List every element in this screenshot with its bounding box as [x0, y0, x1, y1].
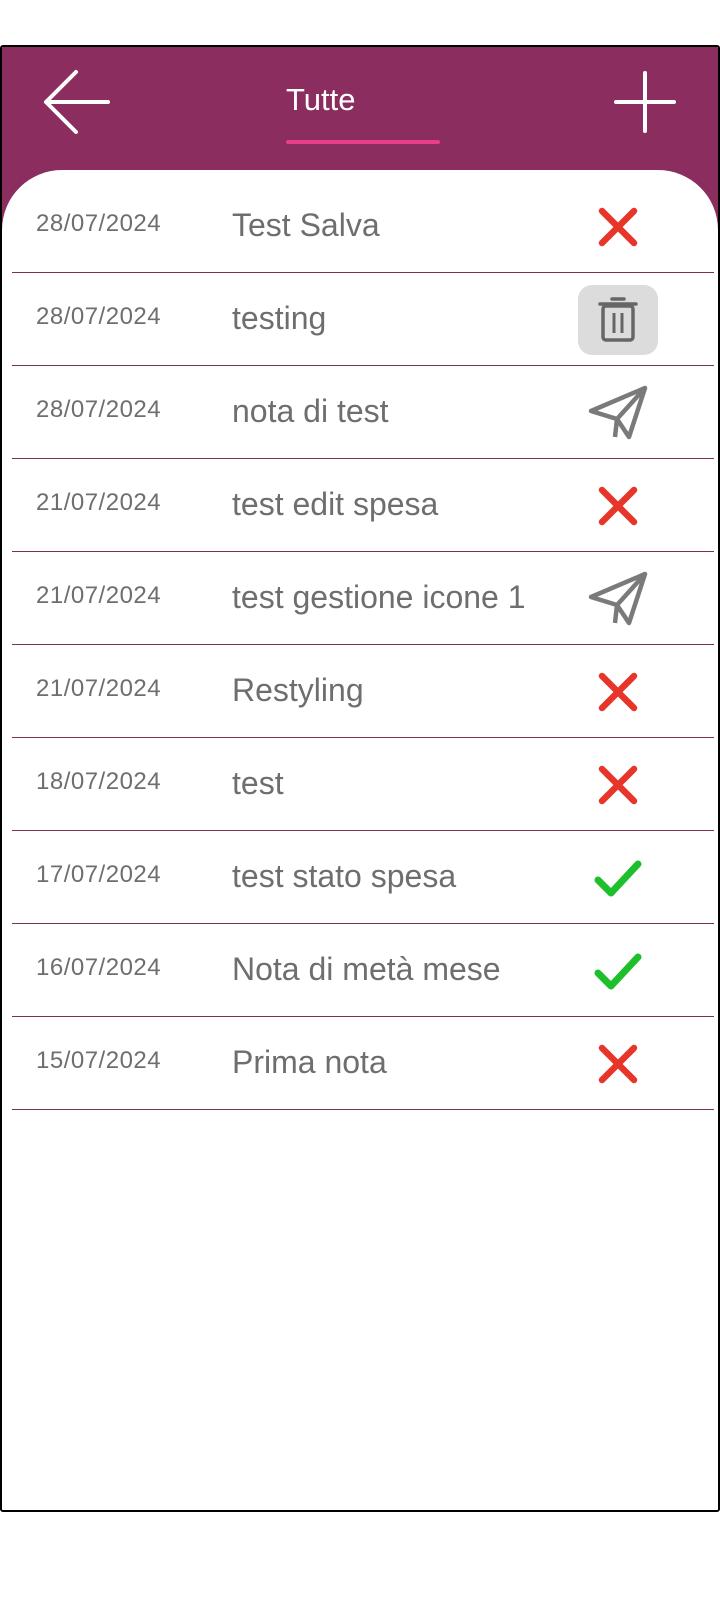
note-title: test [232, 765, 284, 801]
note-row[interactable]: 28/07/2024 Test Salva [12, 180, 714, 273]
note-date: 21/07/2024 [36, 675, 162, 702]
add-note-button[interactable] [610, 69, 680, 139]
paper-plane-icon[interactable] [578, 378, 658, 448]
note-date: 28/07/2024 [36, 396, 162, 423]
plus-icon [614, 71, 676, 133]
note-title: Nota di metà mese [232, 951, 501, 987]
note-date: 28/07/2024 [36, 303, 162, 330]
note-row[interactable]: 21/07/2024 test edit spesa [12, 459, 714, 552]
cross-icon[interactable] [578, 1029, 658, 1099]
back-button[interactable] [38, 69, 118, 139]
note-title: testing [232, 300, 327, 336]
cross-icon[interactable] [578, 471, 658, 541]
note-title: Prima nota [232, 1044, 387, 1080]
note-date: 16/07/2024 [36, 954, 162, 981]
note-title: Restyling [232, 672, 364, 708]
tab-all-label: Tutte [286, 82, 356, 117]
note-title: test gestione icone 1 [232, 579, 526, 615]
note-row[interactable]: 15/07/2024 Prima nota [12, 1017, 714, 1110]
tab-active-indicator [286, 140, 440, 144]
note-date: 21/07/2024 [36, 489, 162, 516]
note-row[interactable]: 21/07/2024 test gestione icone 1 [12, 552, 714, 645]
cross-icon[interactable] [578, 657, 658, 727]
cross-icon[interactable] [578, 750, 658, 820]
note-title: Test Salva [232, 207, 380, 243]
cross-icon[interactable] [578, 192, 658, 262]
note-date: 15/07/2024 [36, 1047, 162, 1074]
note-row[interactable]: 16/07/2024 Nota di metà mese [12, 924, 714, 1017]
trash-icon[interactable] [578, 285, 658, 355]
note-date: 21/07/2024 [36, 582, 162, 609]
phone-frame: Tutte 28/07/2024 Test Salva 28/07/2024 test… [0, 45, 720, 1512]
tab-all[interactable]: Tutte [282, 82, 442, 144]
notes-list: 28/07/2024 Test Salva 28/07/2024 testing 28/… [12, 180, 714, 1110]
check-icon[interactable] [578, 936, 658, 1006]
note-row[interactable]: 18/07/2024 test [12, 738, 714, 831]
note-row[interactable]: 28/07/2024 nota di test [12, 366, 714, 459]
check-icon[interactable] [578, 843, 658, 913]
paper-plane-icon[interactable] [578, 564, 658, 634]
note-row[interactable]: 28/07/2024 testing [12, 273, 714, 366]
note-date: 17/07/2024 [36, 861, 162, 888]
arrow-left-icon [44, 70, 110, 134]
notes-panel: 28/07/2024 Test Salva 28/07/2024 testing 28/… [2, 170, 718, 1510]
note-date: 28/07/2024 [36, 210, 162, 237]
note-title: test stato spesa [232, 858, 457, 894]
note-row[interactable]: 21/07/2024 Restyling [12, 645, 714, 738]
note-date: 18/07/2024 [36, 768, 162, 795]
note-title: nota di test [232, 393, 389, 429]
note-title: test edit spesa [232, 486, 439, 522]
note-row[interactable]: 17/07/2024 test stato spesa [12, 831, 714, 924]
